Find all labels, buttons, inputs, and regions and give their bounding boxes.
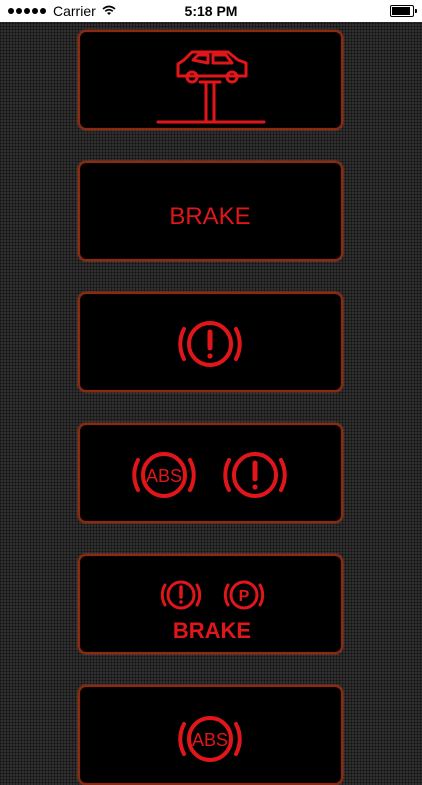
carrier-name: Carrier (53, 3, 96, 19)
parking-label: P (239, 588, 250, 605)
indicator-card-abs[interactable]: ABS (78, 685, 343, 785)
battery-icon (390, 5, 417, 17)
brake-warning-icon (223, 452, 287, 498)
indicator-card-brake[interactable]: BRAKE (78, 161, 343, 261)
indicator-card-brake-parking[interactable]: P BRAKE (78, 554, 343, 654)
abs-label: ABS (146, 466, 182, 486)
brake-label: BRAKE (173, 618, 251, 643)
indicator-card-brake-warning[interactable] (78, 292, 343, 392)
indicator-card-lift[interactable] (78, 30, 343, 130)
indicator-card-abs-brake[interactable]: ABS (78, 423, 343, 523)
wifi-icon (102, 3, 116, 19)
brake-warning-icon (160, 580, 202, 610)
brake-warning-icon (178, 321, 242, 367)
signal-strength-icon (8, 8, 46, 14)
vehicle-lift-icon (156, 50, 266, 124)
carrier-group: Carrier (8, 3, 116, 19)
abs-label: ABS (192, 730, 228, 750)
brake-label: BRAKE (169, 203, 250, 230)
status-bar: Carrier 5:18 PM (0, 0, 422, 22)
